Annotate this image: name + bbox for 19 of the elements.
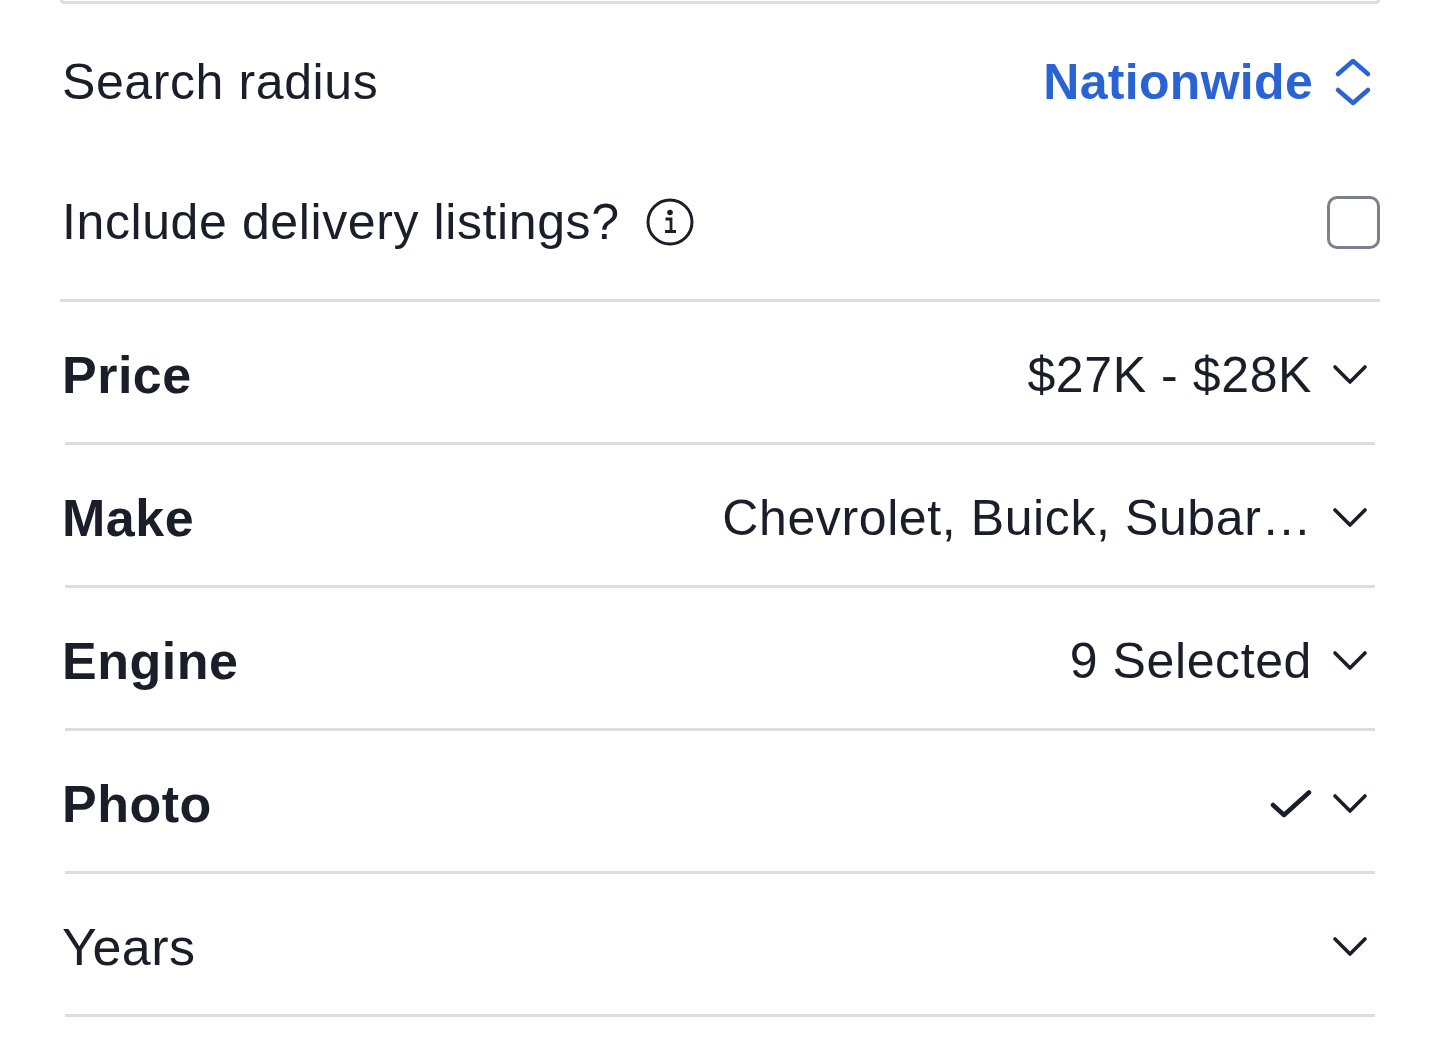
filter-label: Make <box>62 488 195 548</box>
filter-label: Price <box>62 345 192 405</box>
filter-label: Engine <box>62 631 239 691</box>
chevron-up-down-icon <box>1333 56 1373 108</box>
chevron-down-icon[interactable] <box>1332 936 1368 958</box>
chevron-down-icon[interactable] <box>1332 650 1368 672</box>
filter-value: 9 Selected <box>1069 632 1312 690</box>
filter-label: Years <box>62 917 196 977</box>
chevron-down-icon[interactable] <box>1332 507 1368 529</box>
chevron-down-icon[interactable] <box>1332 793 1368 815</box>
filter-label: Photo <box>62 774 212 834</box>
delivery-label: Include delivery listings? <box>61 193 620 251</box>
delivery-checkbox[interactable] <box>1327 195 1380 249</box>
chevron-down-icon[interactable] <box>1332 364 1368 386</box>
search-radius-label: Search radius <box>61 53 379 111</box>
filter-value: $27K - $28K <box>1027 346 1312 404</box>
radius-dropdown[interactable]: Nationwide <box>1043 53 1380 111</box>
filter-value: Chevrolet, Buick, Subar… <box>722 489 1312 547</box>
info-icon[interactable] <box>645 198 694 246</box>
